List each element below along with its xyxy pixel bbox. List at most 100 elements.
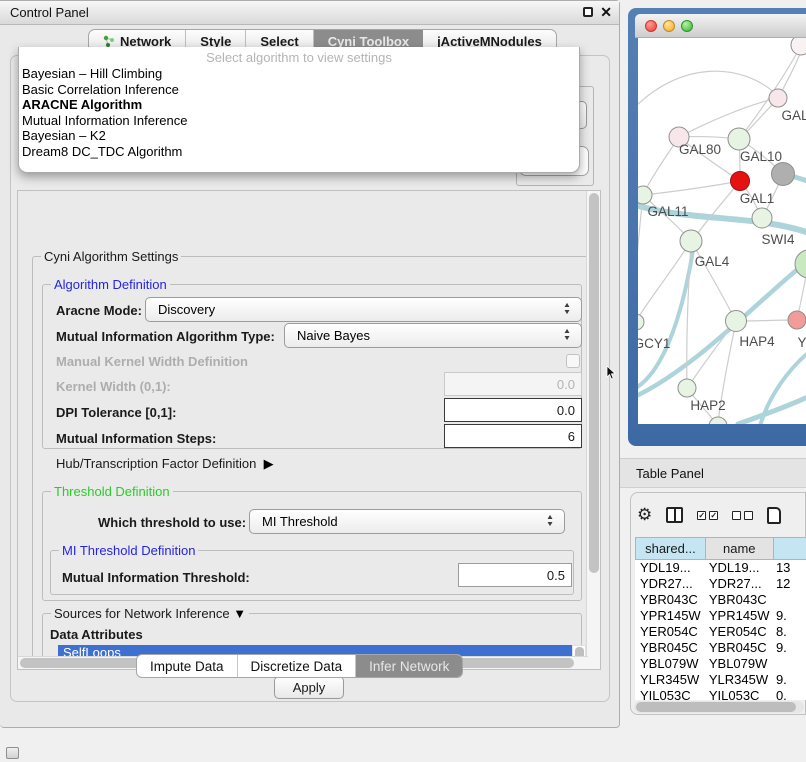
table-cell[interactable]: 12: [771, 576, 806, 592]
dpi-tolerance-field[interactable]: 0.0: [444, 398, 582, 422]
table-cell[interactable]: 9.: [771, 672, 806, 688]
network-edge[interactable]: [638, 195, 643, 296]
network-node[interactable]: [795, 250, 806, 278]
network-edge[interactable]: [693, 181, 740, 240]
table-cell[interactable]: YIL053C: [704, 688, 771, 700]
network-canvas[interactable]: GALGAL80GAL10GAL1GAL11SWI4GAL4HAP4YGCY1H…: [638, 38, 806, 424]
table-cell[interactable]: YDR27...: [635, 576, 704, 592]
table-row[interactable]: YDL19...YDL19...13: [635, 560, 806, 576]
table-row[interactable]: YLR345WYLR345W9.: [635, 672, 806, 688]
network-window-titlebar[interactable]: [635, 14, 806, 38]
aracne-mode-combo[interactable]: Discovery ▲▼: [145, 297, 582, 322]
table-row[interactable]: YBR043CYBR043C: [635, 592, 806, 608]
table-panel-titlebar[interactable]: Table Panel: [620, 458, 806, 488]
gear-icon[interactable]: ⚙: [637, 506, 652, 524]
close-traffic-icon[interactable]: [645, 20, 657, 32]
scrollbar-thumb[interactable]: [636, 702, 796, 712]
network-node[interactable]: [728, 128, 750, 150]
table-cell[interactable]: YBR045C: [635, 640, 704, 656]
network-edge[interactable]: [739, 44, 802, 139]
table-cell[interactable]: 8.: [771, 624, 806, 640]
table-cell[interactable]: YPR145W: [635, 608, 704, 624]
network-edge[interactable]: [638, 258, 806, 398]
table-cell[interactable]: YBR045C: [704, 640, 771, 656]
table-row[interactable]: YPR145WYPR145W9.: [635, 608, 806, 624]
table-cell[interactable]: [771, 656, 806, 672]
table-cell[interactable]: YDR27...: [704, 576, 771, 592]
apply-button[interactable]: Apply: [274, 676, 344, 699]
close-icon[interactable]: ✕: [600, 4, 612, 21]
scrollbar-thumb[interactable]: [589, 193, 599, 573]
table-cell[interactable]: YBL079W: [635, 656, 704, 672]
network-edge[interactable]: [644, 181, 740, 195]
mi-type-combo[interactable]: Naive Bayes ▲▼: [284, 323, 582, 348]
table-cell[interactable]: YBR043C: [635, 592, 704, 608]
table-row[interactable]: YBR045CYBR045C9.: [635, 640, 806, 656]
mi-steps-field[interactable]: 6: [444, 424, 582, 448]
network-node[interactable]: [638, 186, 652, 204]
network-node[interactable]: [638, 314, 644, 330]
table-row[interactable]: YDR27...YDR27...12: [635, 576, 806, 592]
dropdown-item[interactable]: Mutual Information Inference: [19, 113, 579, 129]
dropdown-item[interactable]: Bayesian – Hill Climbing: [19, 66, 579, 82]
table-cell[interactable]: YBR043C: [704, 592, 771, 608]
collapse-down-icon[interactable]: ▼: [233, 606, 246, 621]
tab-discretize-data[interactable]: Discretize Data: [238, 655, 357, 677]
table-cell[interactable]: YPR145W: [704, 608, 771, 624]
column-header[interactable]: shared...: [636, 538, 706, 559]
network-edge[interactable]: [638, 241, 691, 321]
table-cell[interactable]: YER054C: [704, 624, 771, 640]
network-node[interactable]: [788, 311, 806, 329]
table-cell[interactable]: YIL053C: [635, 688, 704, 700]
deselect-all-icon[interactable]: [732, 511, 753, 520]
network-edge[interactable]: [688, 321, 736, 387]
table-cell[interactable]: 9.: [771, 608, 806, 624]
table-cell[interactable]: YER054C: [635, 624, 704, 640]
network-edge[interactable]: [691, 241, 735, 320]
expand-right-icon[interactable]: ▶: [264, 456, 274, 471]
hub-definition-toggle[interactable]: Hub/Transcription Factor Definition ▶: [56, 456, 274, 472]
table-row[interactable]: YER054CYER054C8.: [635, 624, 806, 640]
table-cell[interactable]: YLR345W: [704, 672, 771, 688]
table-cell[interactable]: [771, 592, 806, 608]
dropdown-item[interactable]: Bayesian – K2: [19, 128, 579, 144]
tab-infer-network[interactable]: Infer Network: [356, 655, 462, 677]
table-row[interactable]: YIL053CYIL053C0.: [635, 688, 806, 700]
network-node[interactable]: [731, 172, 750, 191]
table-row[interactable]: YBL079WYBL079W: [635, 656, 806, 672]
dropdown-item-selected[interactable]: ARACNE Algorithm: [19, 97, 579, 113]
table-cell[interactable]: 0.: [771, 688, 806, 700]
table-cell[interactable]: YDL19...: [704, 560, 771, 576]
dropdown-item[interactable]: Basic Correlation Inference: [19, 82, 579, 98]
network-node[interactable]: [752, 208, 772, 228]
columns-icon[interactable]: [666, 507, 683, 523]
manual-kernel-checkbox[interactable]: [566, 354, 580, 368]
dropdown-item[interactable]: Dream8 DC_TDC Algorithm: [19, 144, 579, 160]
kernel-width-field[interactable]: 0.0: [444, 372, 582, 396]
tab-impute-data[interactable]: Impute Data: [137, 655, 238, 677]
network-node[interactable]: [726, 311, 747, 332]
float-window-icon[interactable]: [583, 7, 593, 17]
column-header[interactable]: name: [706, 538, 774, 559]
control-panel-titlebar[interactable]: Control Panel ✕: [0, 1, 619, 25]
vertical-scrollbar[interactable]: [586, 191, 600, 669]
network-edge[interactable]: [638, 250, 693, 390]
which-threshold-combo[interactable]: MI Threshold ▲▼: [249, 509, 565, 534]
network-node[interactable]: [680, 230, 702, 252]
table-cell[interactable]: YDL19...: [635, 560, 704, 576]
table-horizontal-scrollbar[interactable]: [634, 701, 804, 713]
table-cell[interactable]: YBL079W: [704, 656, 771, 672]
docked-panel-icon[interactable]: [6, 747, 19, 759]
network-node[interactable]: [772, 163, 795, 186]
select-all-icon[interactable]: ✓ ✓: [697, 511, 718, 520]
network-node[interactable]: [769, 89, 787, 107]
network-edge[interactable]: [679, 98, 778, 137]
table-cell[interactable]: 9.: [771, 640, 806, 656]
column-header[interactable]: [774, 538, 806, 559]
export-table-icon[interactable]: [767, 507, 781, 524]
network-node[interactable]: [678, 379, 696, 397]
table-cell[interactable]: 13: [771, 560, 806, 576]
table-cell[interactable]: YLR345W: [635, 672, 704, 688]
zoom-traffic-icon[interactable]: [681, 20, 693, 32]
network-node[interactable]: [791, 38, 806, 55]
